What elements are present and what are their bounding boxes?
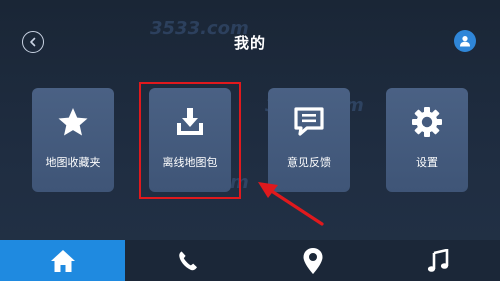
- screen: 3533.com 3533.com 3533.com 3533.com 我的 地…: [0, 0, 500, 281]
- home-icon: [50, 249, 75, 272]
- map-pin-icon: [303, 247, 322, 274]
- page-title: 我的: [233, 34, 266, 52]
- nav-map[interactable]: [250, 240, 375, 281]
- nav-phone[interactable]: [125, 240, 250, 281]
- annotation-arrow-icon: [258, 182, 324, 226]
- music-icon: [427, 248, 448, 272]
- gear-icon: [412, 107, 442, 137]
- user-button[interactable]: [454, 30, 476, 52]
- user-icon: [460, 36, 470, 47]
- tile-label: 地图收藏夹: [45, 156, 101, 169]
- phone-icon: [178, 251, 197, 270]
- tile-label: 设置: [416, 156, 438, 169]
- star-icon: [58, 108, 88, 136]
- tile-label: 意见反馈: [287, 156, 331, 169]
- highlight-box: [139, 82, 241, 199]
- nav-music[interactable]: [375, 240, 500, 281]
- tile-favorites[interactable]: 地图收藏夹: [32, 88, 114, 192]
- tile-feedback[interactable]: 意见反馈: [268, 88, 350, 192]
- nav-home[interactable]: [0, 240, 125, 281]
- feedback-icon: [294, 107, 324, 136]
- tile-settings[interactable]: 设置: [386, 88, 468, 192]
